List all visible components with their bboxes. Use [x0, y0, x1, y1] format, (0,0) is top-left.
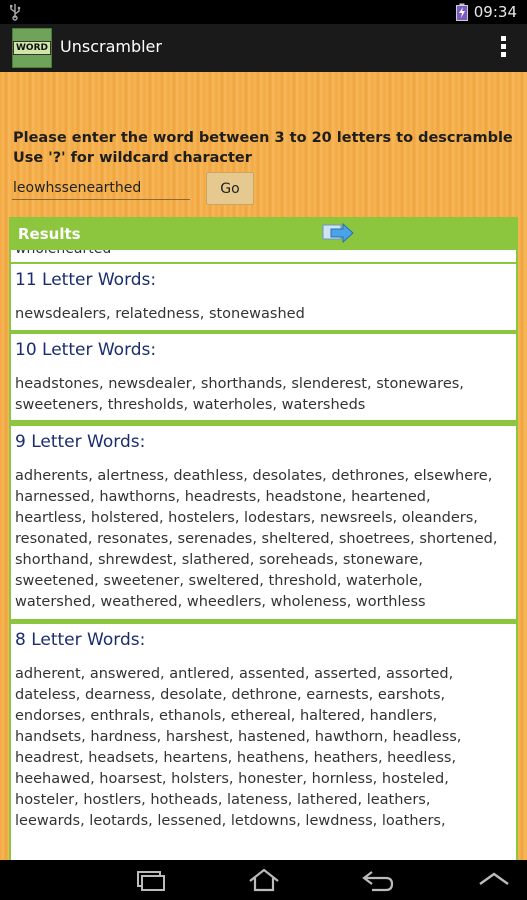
- result-group-9: 9 Letter Words: adherents, alertness, de…: [11, 426, 516, 619]
- word-line: shorthand, shrewdest, slathered, sorehea…: [15, 552, 424, 568]
- word-line: watershed, weathered, wheedlers, wholene…: [15, 594, 426, 610]
- instruction-line-1: Please enter the word between 3 to 20 le…: [13, 130, 513, 146]
- group-words[interactable]: newsdealers, relatedness, stonewashed: [15, 304, 305, 325]
- clipped-result-text: wholehearted: [15, 250, 111, 257]
- group-title: 8 Letter Words:: [15, 630, 146, 650]
- home-icon[interactable]: [244, 868, 284, 892]
- word-line: headrest, headsets, heartens, heathens, …: [15, 750, 457, 766]
- main-content: Please enter the word between 3 to 20 le…: [0, 72, 527, 860]
- back-icon[interactable]: [358, 868, 398, 892]
- navigation-bar: [0, 860, 527, 900]
- share-arrow-icon[interactable]: [321, 221, 355, 247]
- instruction-line-2: Use '?' for wildcard character: [13, 150, 252, 166]
- result-group-8: 8 Letter Words: adherent, answered, antl…: [11, 624, 516, 860]
- app-title: Unscrambler: [60, 37, 162, 56]
- group-words[interactable]: adherents, alertness, deathless, desolat…: [15, 466, 497, 613]
- word-line: heartless, holstered, hostelers, lodesta…: [15, 510, 478, 526]
- group-title: 11 Letter Words:: [15, 270, 157, 290]
- result-group-10: 10 Letter Words: headstones, newsdealer,…: [11, 334, 516, 420]
- word-line: hosteler, hostlers, hotheads, lateness, …: [15, 792, 431, 808]
- action-bar: WORD Unscrambler: [0, 24, 527, 72]
- status-time: 09:34: [473, 3, 517, 21]
- clipped-result-row: wholehearted: [11, 250, 516, 262]
- word-line: sweetened, sweetener, sweltered, thresho…: [15, 573, 423, 589]
- status-bar: 09:34: [0, 0, 527, 24]
- group-title: 9 Letter Words:: [15, 432, 146, 452]
- word-line: adherents, alertness, deathless, desolat…: [15, 468, 493, 484]
- battery-icon: [455, 3, 468, 21]
- result-group-11: 11 Letter Words: newsdealers, relatednes…: [11, 264, 516, 330]
- word-line: endorses, enthrals, ethanols, ethereal, …: [15, 708, 438, 724]
- group-title: 10 Letter Words:: [15, 340, 157, 360]
- word-input[interactable]: [12, 176, 190, 200]
- word-line: headstones, newsdealer, shorthands, slen…: [15, 376, 464, 392]
- instructions: Please enter the word between 3 to 20 le…: [13, 128, 513, 168]
- word-line: leewards, leotards, lessened, letdowns, …: [15, 813, 446, 829]
- usb-icon: [10, 4, 21, 21]
- word-line: sweeteners, thresholds, waterholes, wate…: [15, 397, 366, 413]
- results-label: Results: [18, 225, 81, 243]
- app-icon[interactable]: WORD: [12, 28, 52, 68]
- word-line: heehawed, hoarsest, holsters, honester, …: [15, 771, 449, 787]
- go-button[interactable]: Go: [206, 172, 254, 205]
- results-panel: Results wholehearted 11 Letter Words: ne…: [9, 217, 518, 860]
- word-line: adherent, answered, antlered, assented, …: [15, 666, 454, 682]
- word-line: handsets, hardness, harshest, hastened, …: [15, 729, 462, 745]
- results-header: Results: [9, 217, 518, 250]
- group-words[interactable]: adherent, answered, antlered, assented, …: [15, 664, 461, 832]
- chevron-down-icon[interactable]: [474, 868, 514, 892]
- word-line: harnessed, hawthorns, headrests, headsto…: [15, 489, 431, 505]
- word-line: resonated, resonates, serenades, shelter…: [15, 531, 498, 547]
- recent-apps-icon[interactable]: [130, 868, 170, 892]
- word-line: newsdealers, relatedness, stonewashed: [15, 306, 305, 322]
- app-icon-label: WORD: [13, 41, 51, 55]
- word-line: dateless, dearness, desolate, dethrone, …: [15, 687, 446, 703]
- results-list[interactable]: wholehearted 11 Letter Words: newsdealer…: [9, 250, 518, 860]
- overflow-menu-icon[interactable]: [501, 36, 507, 60]
- group-words[interactable]: headstones, newsdealer, shorthands, slen…: [15, 374, 464, 416]
